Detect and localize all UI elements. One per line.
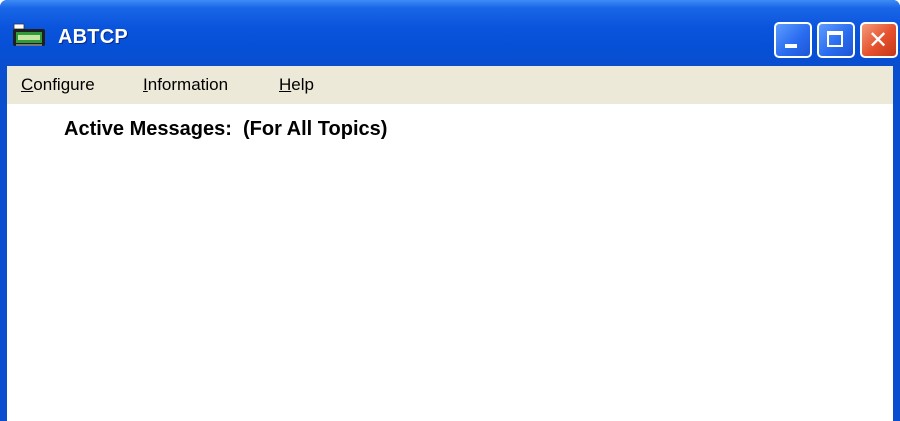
menu-help-mnemonic: H bbox=[279, 75, 292, 94]
menu-information[interactable]: Information bbox=[143, 75, 228, 95]
app-window: ABTCP ✕ Configure Information Help Activ… bbox=[0, 0, 900, 421]
menu-configure[interactable]: Configure bbox=[21, 75, 95, 95]
window-title: ABTCP bbox=[58, 26, 128, 48]
abtcp-app-icon bbox=[13, 23, 45, 46]
client-area: Configure Information Help Active Messag… bbox=[7, 66, 893, 421]
menu-configure-mnemonic: C bbox=[21, 75, 34, 94]
window-frame-left bbox=[0, 66, 7, 421]
active-messages-heading: Active Messages: (For All Topics) bbox=[64, 118, 388, 140]
minimize-icon bbox=[785, 44, 797, 48]
menu-help-label: elp bbox=[291, 75, 314, 94]
maximize-icon bbox=[827, 31, 843, 47]
menu-bar: Configure Information Help bbox=[7, 66, 893, 104]
maximize-button[interactable] bbox=[817, 22, 855, 58]
close-button[interactable]: ✕ bbox=[860, 22, 898, 58]
menu-help[interactable]: Help bbox=[279, 75, 314, 95]
title-bar[interactable]: ABTCP ✕ bbox=[0, 0, 900, 66]
menu-information-label: nformation bbox=[147, 75, 229, 94]
close-icon: ✕ bbox=[868, 26, 889, 54]
window-frame-right bbox=[893, 66, 900, 421]
menu-configure-label: onfigure bbox=[33, 75, 95, 94]
messages-panel: Active Messages: (For All Topics) bbox=[7, 104, 893, 421]
minimize-button[interactable] bbox=[774, 22, 812, 58]
